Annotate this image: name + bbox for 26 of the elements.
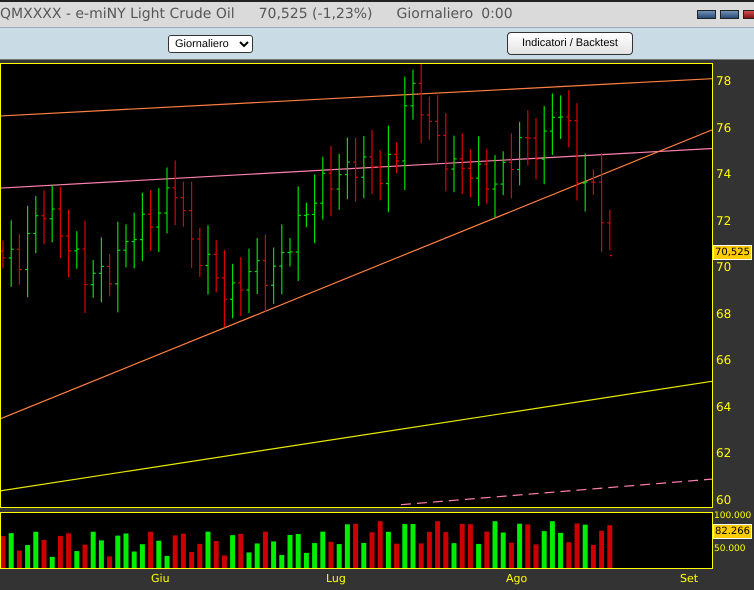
axis-label: 66 bbox=[716, 353, 732, 368]
axis-label: 74 bbox=[716, 167, 732, 182]
date-label: Giu bbox=[151, 571, 170, 587]
last-volume-tag: 82.266 bbox=[713, 524, 752, 539]
axis-label: 70 bbox=[716, 260, 732, 274]
period-select[interactable]: Giornaliero bbox=[168, 34, 253, 52]
axis-label: 76 bbox=[716, 120, 732, 135]
axis-label: 62 bbox=[716, 446, 732, 460]
window-title: QMXXXX - e-miNY Light Crude Oil bbox=[0, 5, 235, 24]
last-price-tag: 70,525 bbox=[713, 244, 752, 260]
minimize-button[interactable] bbox=[697, 10, 716, 19]
indicators-button[interactable]: Indicatori / Backtest bbox=[507, 32, 633, 55]
price-change: 70,525 (-1,23%) bbox=[258, 5, 373, 24]
axis-label: 50.000 bbox=[714, 543, 746, 556]
maximize-button[interactable] bbox=[720, 10, 739, 19]
date-label: Set bbox=[680, 571, 698, 587]
date-label: Ago bbox=[506, 571, 528, 587]
axis-label: 60 bbox=[716, 493, 732, 508]
time-label: 0:00 bbox=[481, 5, 513, 24]
axis-label: 64 bbox=[716, 400, 732, 414]
date-label: Lug bbox=[326, 571, 346, 587]
axis-label: 100.000 bbox=[714, 510, 752, 523]
period-label: Giornaliero bbox=[396, 5, 474, 24]
axis-label: 68 bbox=[716, 306, 732, 321]
axis-label: 78 bbox=[716, 74, 732, 88]
axis-label: 72 bbox=[716, 214, 732, 228]
